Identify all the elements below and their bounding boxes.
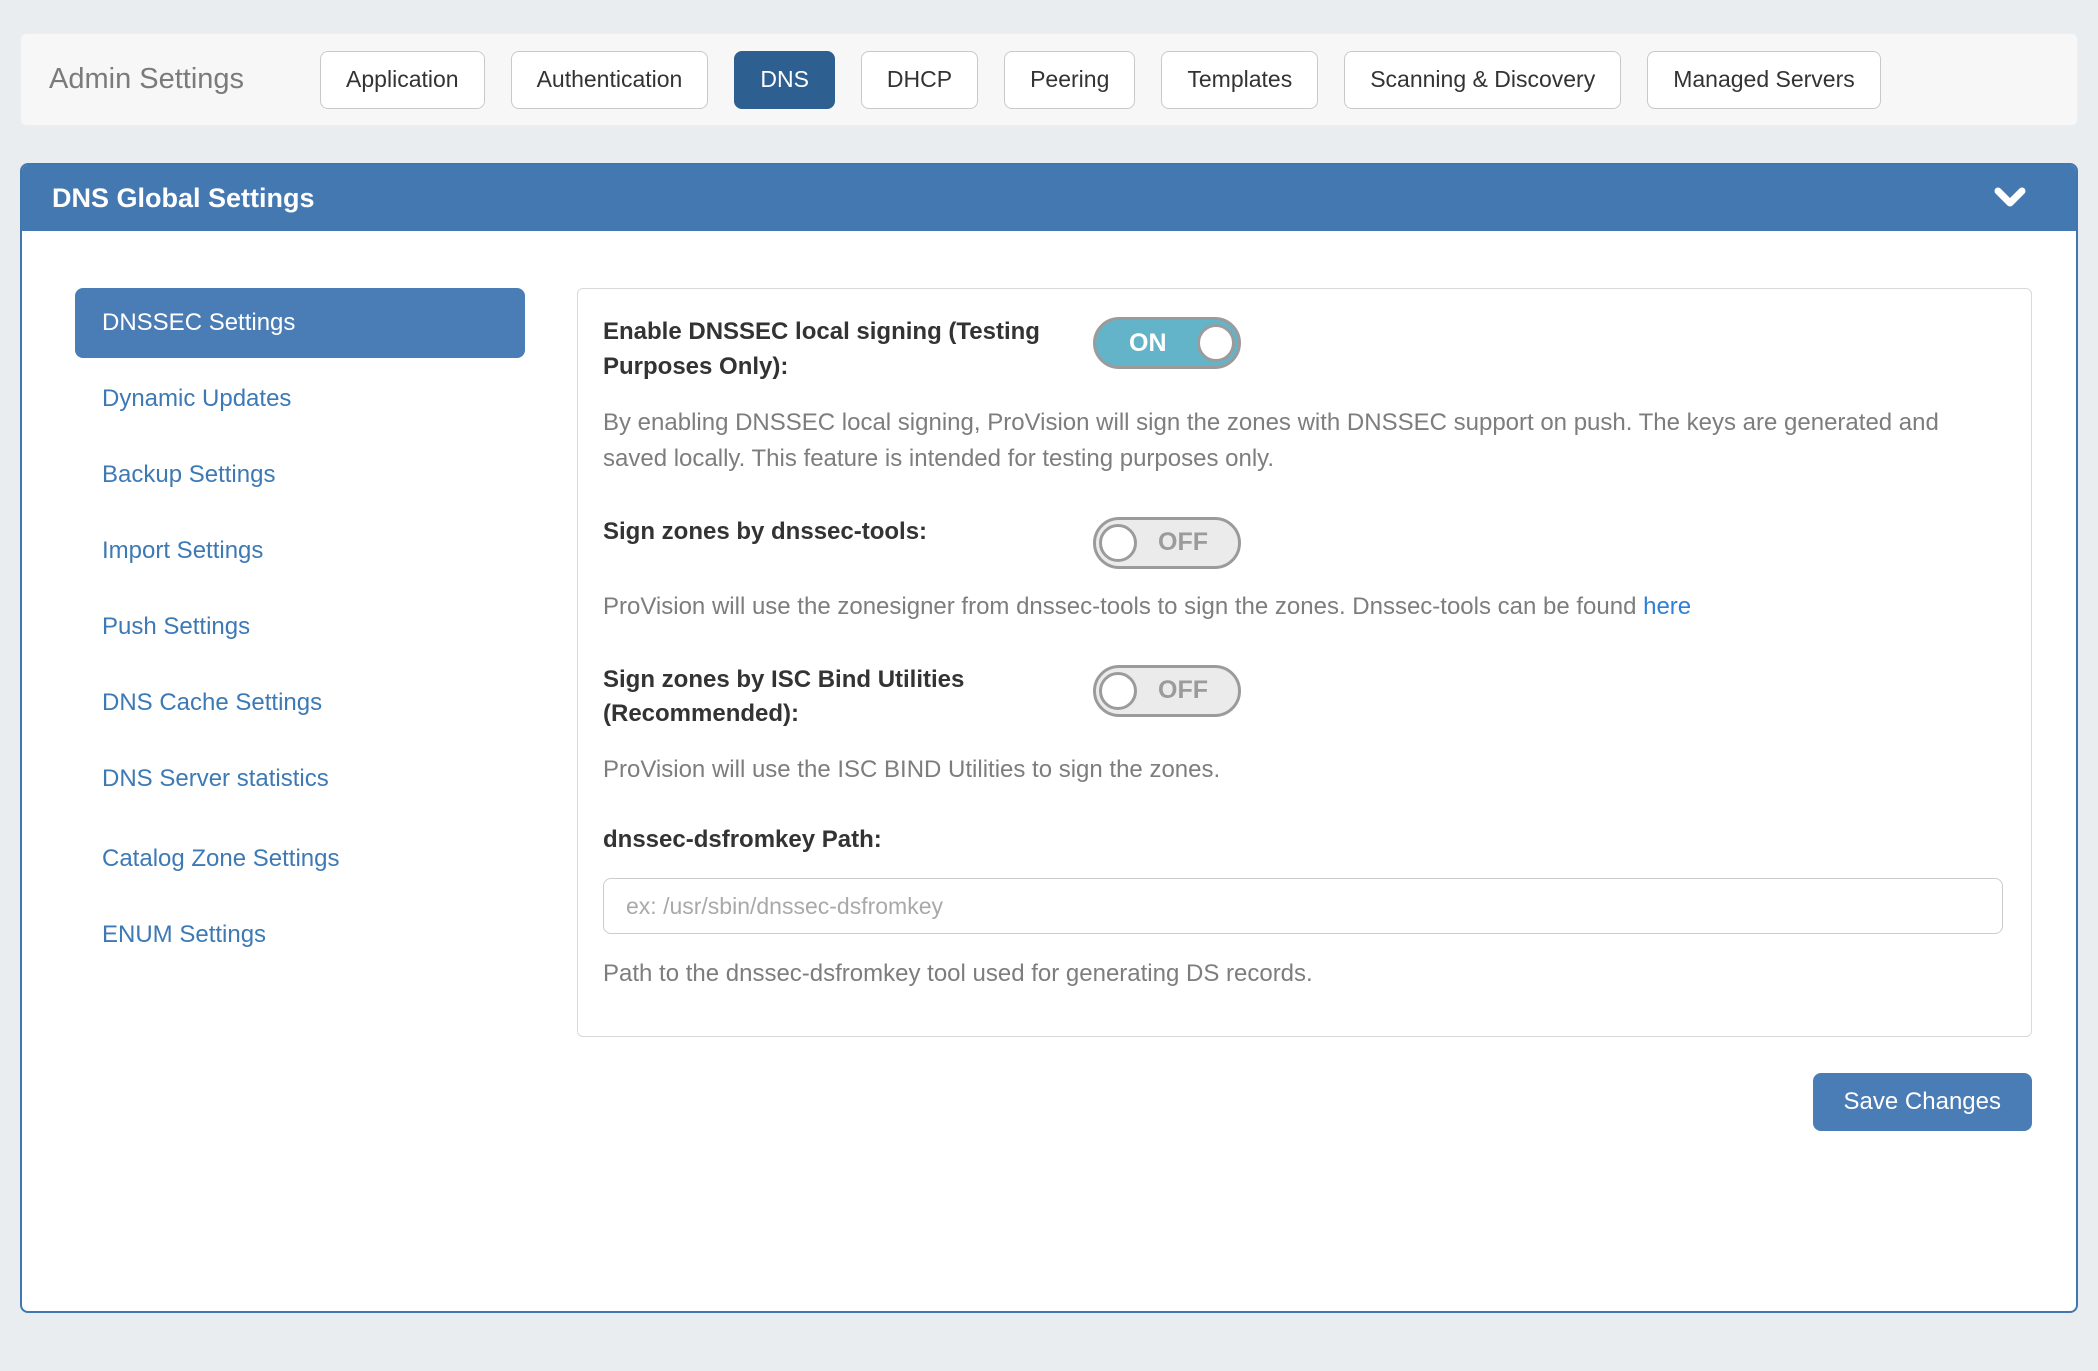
toggle-knob <box>1197 324 1235 362</box>
toggle-state-label: ON <box>1129 329 1167 358</box>
local-signing-label: Enable DNSSEC local signing (Testing Pur… <box>603 315 1093 385</box>
sidebar-item-enum-settings[interactable]: ENUM Settings <box>75 900 525 970</box>
local-signing-description: By enabling DNSSEC local signing, ProVis… <box>603 405 1963 477</box>
toggle-state-label: OFF <box>1158 528 1208 557</box>
sidebar-item-import-settings[interactable]: Import Settings <box>75 516 525 586</box>
toggle-knob <box>1099 524 1137 562</box>
admin-settings-bar: Admin Settings Application Authenticatio… <box>20 33 2078 126</box>
dnssec-tools-label: Sign zones by dnssec-tools: <box>603 515 1093 550</box>
page-title: Admin Settings <box>49 63 244 96</box>
local-signing-row: Enable DNSSEC local signing (Testing Pur… <box>603 315 2006 385</box>
panel-body: DNSSEC Settings Dynamic Updates Backup S… <box>22 231 2076 1131</box>
dsfromkey-path-input[interactable] <box>603 878 2003 934</box>
dnssec-tools-row: Sign zones by dnssec-tools: OFF <box>603 515 2006 569</box>
tab-application[interactable]: Application <box>320 51 485 109</box>
tab-dhcp[interactable]: DHCP <box>861 51 978 109</box>
isc-bind-row: Sign zones by ISC Bind Utilities (Recomm… <box>603 663 2006 733</box>
tab-dns[interactable]: DNS <box>734 51 835 109</box>
sidebar-item-backup-settings[interactable]: Backup Settings <box>75 440 525 510</box>
sidebar-item-dnssec-settings[interactable]: DNSSEC Settings <box>75 288 525 358</box>
tab-scanning-discovery[interactable]: Scanning & Discovery <box>1344 51 1621 109</box>
isc-bind-toggle[interactable]: OFF <box>1093 665 1241 717</box>
save-changes-button[interactable]: Save Changes <box>1813 1073 2032 1131</box>
tab-templates[interactable]: Templates <box>1161 51 1318 109</box>
dnssec-tools-description-text: ProVision will use the zonesigner from d… <box>603 593 1643 620</box>
chevron-down-icon[interactable] <box>1994 187 2026 209</box>
sidebar-item-dns-server-statistics[interactable]: DNS Server statistics <box>75 744 525 814</box>
sidebar-item-push-settings[interactable]: Push Settings <box>75 592 525 662</box>
admin-tabs: Application Authentication DNS DHCP Peer… <box>320 51 1881 109</box>
tab-peering[interactable]: Peering <box>1004 51 1135 109</box>
local-signing-toggle[interactable]: ON <box>1093 317 1241 369</box>
dsfromkey-path-helper: Path to the dnssec-dsfromkey tool used f… <box>603 960 2006 988</box>
toggle-knob <box>1099 672 1137 710</box>
dnssec-settings-form: Enable DNSSEC local signing (Testing Pur… <box>577 288 2032 1037</box>
toggle-state-label: OFF <box>1158 676 1208 705</box>
isc-bind-description: ProVision will use the ISC BIND Utilitie… <box>603 752 1963 788</box>
sidebar-item-catalog-zone-settings[interactable]: Catalog Zone Settings <box>75 824 525 894</box>
dns-settings-sidebar: DNSSEC Settings Dynamic Updates Backup S… <box>75 288 525 1131</box>
dsfromkey-path-label: dnssec-dsfromkey Path: <box>603 826 2006 854</box>
panel-title: DNS Global Settings <box>52 183 315 214</box>
dnssec-tools-link[interactable]: here <box>1643 593 1691 620</box>
tab-authentication[interactable]: Authentication <box>511 51 709 109</box>
tab-managed-servers[interactable]: Managed Servers <box>1647 51 1881 109</box>
sidebar-item-dynamic-updates[interactable]: Dynamic Updates <box>75 364 525 434</box>
dnssec-settings-content: Enable DNSSEC local signing (Testing Pur… <box>577 288 2050 1131</box>
save-row: Save Changes <box>577 1073 2032 1131</box>
panel-header: DNS Global Settings <box>22 165 2076 231</box>
dns-global-settings-panel: DNS Global Settings DNSSEC Settings Dyna… <box>20 163 2078 1313</box>
isc-bind-label: Sign zones by ISC Bind Utilities (Recomm… <box>603 663 1093 733</box>
dnssec-tools-toggle[interactable]: OFF <box>1093 517 1241 569</box>
sidebar-item-dns-cache-settings[interactable]: DNS Cache Settings <box>75 668 525 738</box>
dnssec-tools-description: ProVision will use the zonesigner from d… <box>603 589 1963 625</box>
